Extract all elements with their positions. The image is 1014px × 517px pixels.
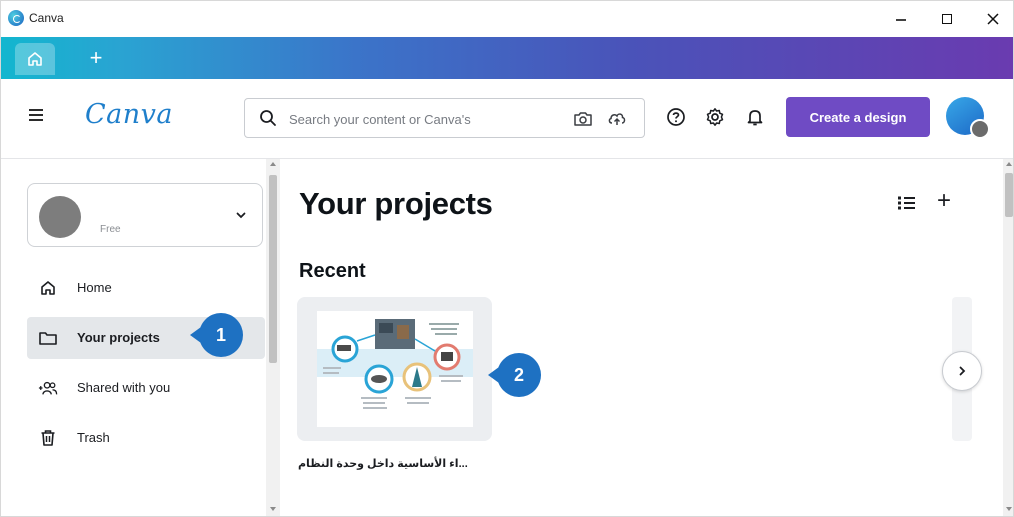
callout-marker-2: 2 [488, 353, 541, 397]
scroll-down-arrow-icon[interactable] [1006, 507, 1012, 511]
chevron-down-icon [236, 212, 246, 219]
create-design-button[interactable]: Create a design [786, 97, 930, 137]
help-icon[interactable] [666, 107, 686, 127]
gear-icon[interactable] [705, 107, 725, 127]
window-title: Canva [29, 11, 64, 25]
folder-icon [38, 328, 58, 348]
sidebar-item-shared-with-you[interactable]: Shared with you [27, 367, 265, 409]
chevron-right-icon [959, 366, 966, 376]
search-bar[interactable] [244, 98, 645, 138]
canva-logo[interactable]: Canva [85, 99, 173, 130]
new-tab-button[interactable]: + [81, 44, 111, 72]
close-button[interactable] [973, 6, 1013, 32]
title-bar: Canva [1, 1, 1013, 37]
page-title: Your projects [299, 186, 493, 221]
project-thumbnail [317, 311, 473, 427]
sidebar-item-label: Home [77, 280, 112, 295]
scroll-down-arrow-icon[interactable] [270, 507, 276, 511]
tab-strip: + [1, 37, 1013, 79]
menu-icon[interactable] [29, 109, 43, 121]
sidebar-item-home[interactable]: Home [27, 267, 265, 309]
account-avatar [39, 196, 81, 238]
account-plan: Free [100, 224, 121, 235]
avatar-badge [970, 119, 990, 139]
sidebar-item-label: Shared with you [77, 380, 171, 395]
tab-home[interactable] [15, 43, 55, 75]
add-icon[interactable]: + [937, 189, 951, 213]
shared-people-icon [38, 378, 58, 398]
search-icon [260, 110, 276, 126]
maximize-button[interactable] [927, 6, 967, 32]
project-card[interactable] [297, 297, 492, 441]
main-scroll-thumb[interactable] [1005, 173, 1013, 217]
bell-icon[interactable] [745, 107, 765, 127]
scroll-up-arrow-icon[interactable] [1006, 162, 1012, 166]
sidebar-item-trash[interactable]: Trash [27, 417, 265, 459]
trash-icon [38, 428, 58, 448]
upload-icon[interactable] [607, 109, 627, 129]
scroll-up-arrow-icon[interactable] [270, 162, 276, 166]
sidebar-item-label: Your projects [77, 330, 160, 345]
canva-window: Canva + Canva Search your content or Can… [0, 0, 1014, 517]
main-content: Your projects + Recent ...اء الأساسية دا… [280, 159, 1003, 516]
home-icon [28, 52, 42, 66]
minimize-icon [896, 19, 906, 21]
home-icon [38, 278, 58, 298]
account-switcher[interactable]: Free [27, 183, 263, 247]
section-title-recent: Recent [299, 260, 366, 282]
sidebar-item-label: Trash [77, 430, 110, 445]
project-title[interactable]: ...اء الأساسية داخل وحدة النظام [298, 457, 498, 470]
main-scrollbar[interactable] [1003, 159, 1013, 516]
user-avatar[interactable] [946, 97, 990, 139]
canva-app-icon [8, 10, 24, 26]
sidebar-scrollbar[interactable] [266, 159, 280, 516]
close-icon [987, 13, 999, 25]
camera-search-icon[interactable] [573, 110, 593, 128]
minimize-button[interactable] [881, 6, 921, 32]
list-view-icon[interactable] [897, 195, 917, 211]
maximize-icon [942, 14, 952, 24]
sidebar-scroll-thumb[interactable] [269, 175, 277, 363]
search-input[interactable] [289, 108, 539, 130]
top-header: Canva Search your content or Canva's Cre… [1, 79, 1013, 159]
callout-marker-1: 1 [190, 313, 243, 357]
carousel-next-button[interactable] [942, 351, 982, 391]
